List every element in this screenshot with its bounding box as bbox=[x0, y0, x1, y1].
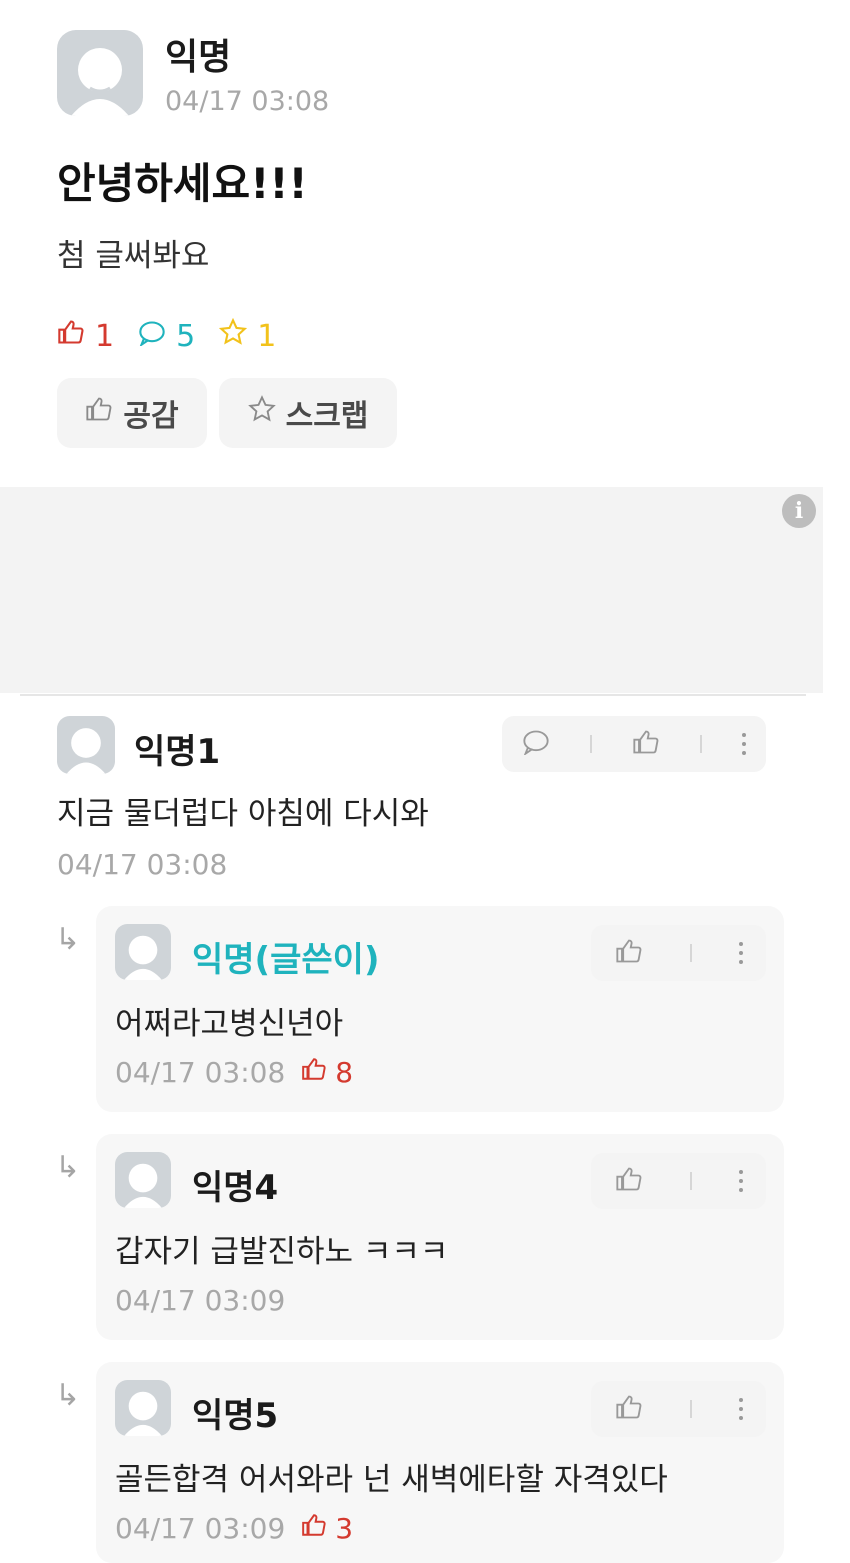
star-icon bbox=[219, 317, 248, 354]
reply-arrow-icon: ↳ bbox=[55, 1150, 81, 1185]
like-icon bbox=[301, 1056, 327, 1089]
comment-text: 지금 물더럽다 아침에 다시와 bbox=[57, 796, 429, 832]
reply-text: 갑자기 급발진하노 ㅋㅋㅋ bbox=[115, 1234, 449, 1270]
person-icon bbox=[71, 48, 129, 116]
reply-time: 04/17 03:09 bbox=[115, 1284, 286, 1317]
post-title: 안녕하세요!!! bbox=[57, 159, 308, 208]
info-icon[interactable]: i bbox=[782, 494, 816, 528]
separator bbox=[700, 735, 702, 753]
post-time: 04/17 03:08 bbox=[165, 86, 330, 117]
more-icon[interactable] bbox=[742, 733, 746, 755]
like-icon bbox=[301, 1512, 327, 1545]
reply-meta: 04/17 03:08 8 bbox=[115, 1056, 353, 1089]
comment-count: 5 bbox=[176, 318, 196, 354]
like-icon[interactable] bbox=[632, 728, 660, 760]
avatar bbox=[115, 924, 171, 980]
comment-actions bbox=[502, 716, 766, 772]
like-icon[interactable] bbox=[615, 1165, 643, 1197]
star-icon bbox=[247, 395, 276, 431]
more-icon[interactable] bbox=[738, 942, 743, 964]
person-icon bbox=[124, 1391, 162, 1436]
reply-actions bbox=[591, 1153, 766, 1209]
divider bbox=[20, 694, 806, 696]
scrap-button[interactable]: 스크랩 bbox=[219, 378, 397, 448]
reply-meta: 04/17 03:09 3 bbox=[115, 1512, 353, 1545]
reply-arrow-icon: ↳ bbox=[55, 1378, 81, 1413]
reply-arrow-icon: ↳ bbox=[55, 922, 81, 957]
reply-author: 익명5 bbox=[192, 1396, 279, 1436]
scrap-button-label: 스크랩 bbox=[285, 399, 369, 434]
like-icon bbox=[57, 318, 85, 354]
like-icon[interactable] bbox=[615, 937, 643, 969]
separator bbox=[689, 1400, 692, 1418]
reply-actions bbox=[591, 925, 766, 981]
person-icon bbox=[124, 935, 162, 980]
separator bbox=[590, 735, 592, 753]
reply-text: 골든합격 어서와라 넌 새벽에타할 자격있다 bbox=[115, 1462, 668, 1498]
comment-author: 익명1 bbox=[134, 732, 221, 772]
like-icon[interactable] bbox=[615, 1393, 643, 1425]
reply-like-count: 8 bbox=[335, 1056, 354, 1089]
reply-time: 04/17 03:09 bbox=[115, 1512, 286, 1545]
post-stats: 1 5 1 bbox=[57, 317, 277, 354]
reply-time: 04/17 03:08 bbox=[115, 1056, 286, 1089]
like-button-label: 공감 bbox=[123, 399, 179, 434]
person-icon bbox=[124, 1163, 162, 1208]
more-icon[interactable] bbox=[738, 1398, 743, 1420]
reply-author: 익명4 bbox=[192, 1168, 279, 1208]
like-count: 1 bbox=[95, 318, 115, 354]
reply-actions bbox=[591, 1381, 766, 1437]
post-author: 익명 bbox=[165, 37, 232, 78]
avatar bbox=[57, 716, 115, 774]
separator bbox=[689, 944, 692, 962]
reply-icon[interactable] bbox=[522, 729, 550, 759]
person-icon bbox=[66, 728, 106, 774]
reply-text: 어쩌라고병신년아 bbox=[115, 1006, 344, 1042]
scrap-count: 1 bbox=[257, 318, 277, 354]
like-button[interactable]: 공감 bbox=[57, 378, 207, 448]
comment-time: 04/17 03:08 bbox=[57, 848, 228, 881]
more-icon[interactable] bbox=[738, 1170, 743, 1192]
reply-author-op: 익명(글쓴이) bbox=[192, 940, 380, 980]
avatar bbox=[115, 1152, 171, 1208]
post-body: 첨 글써봐요 bbox=[57, 238, 210, 274]
ad-banner[interactable] bbox=[0, 487, 823, 693]
like-icon bbox=[85, 395, 113, 431]
author-avatar bbox=[57, 30, 143, 116]
reply-like-count: 3 bbox=[335, 1512, 354, 1545]
avatar bbox=[115, 1380, 171, 1436]
separator bbox=[689, 1172, 692, 1190]
comment-icon bbox=[138, 319, 166, 354]
